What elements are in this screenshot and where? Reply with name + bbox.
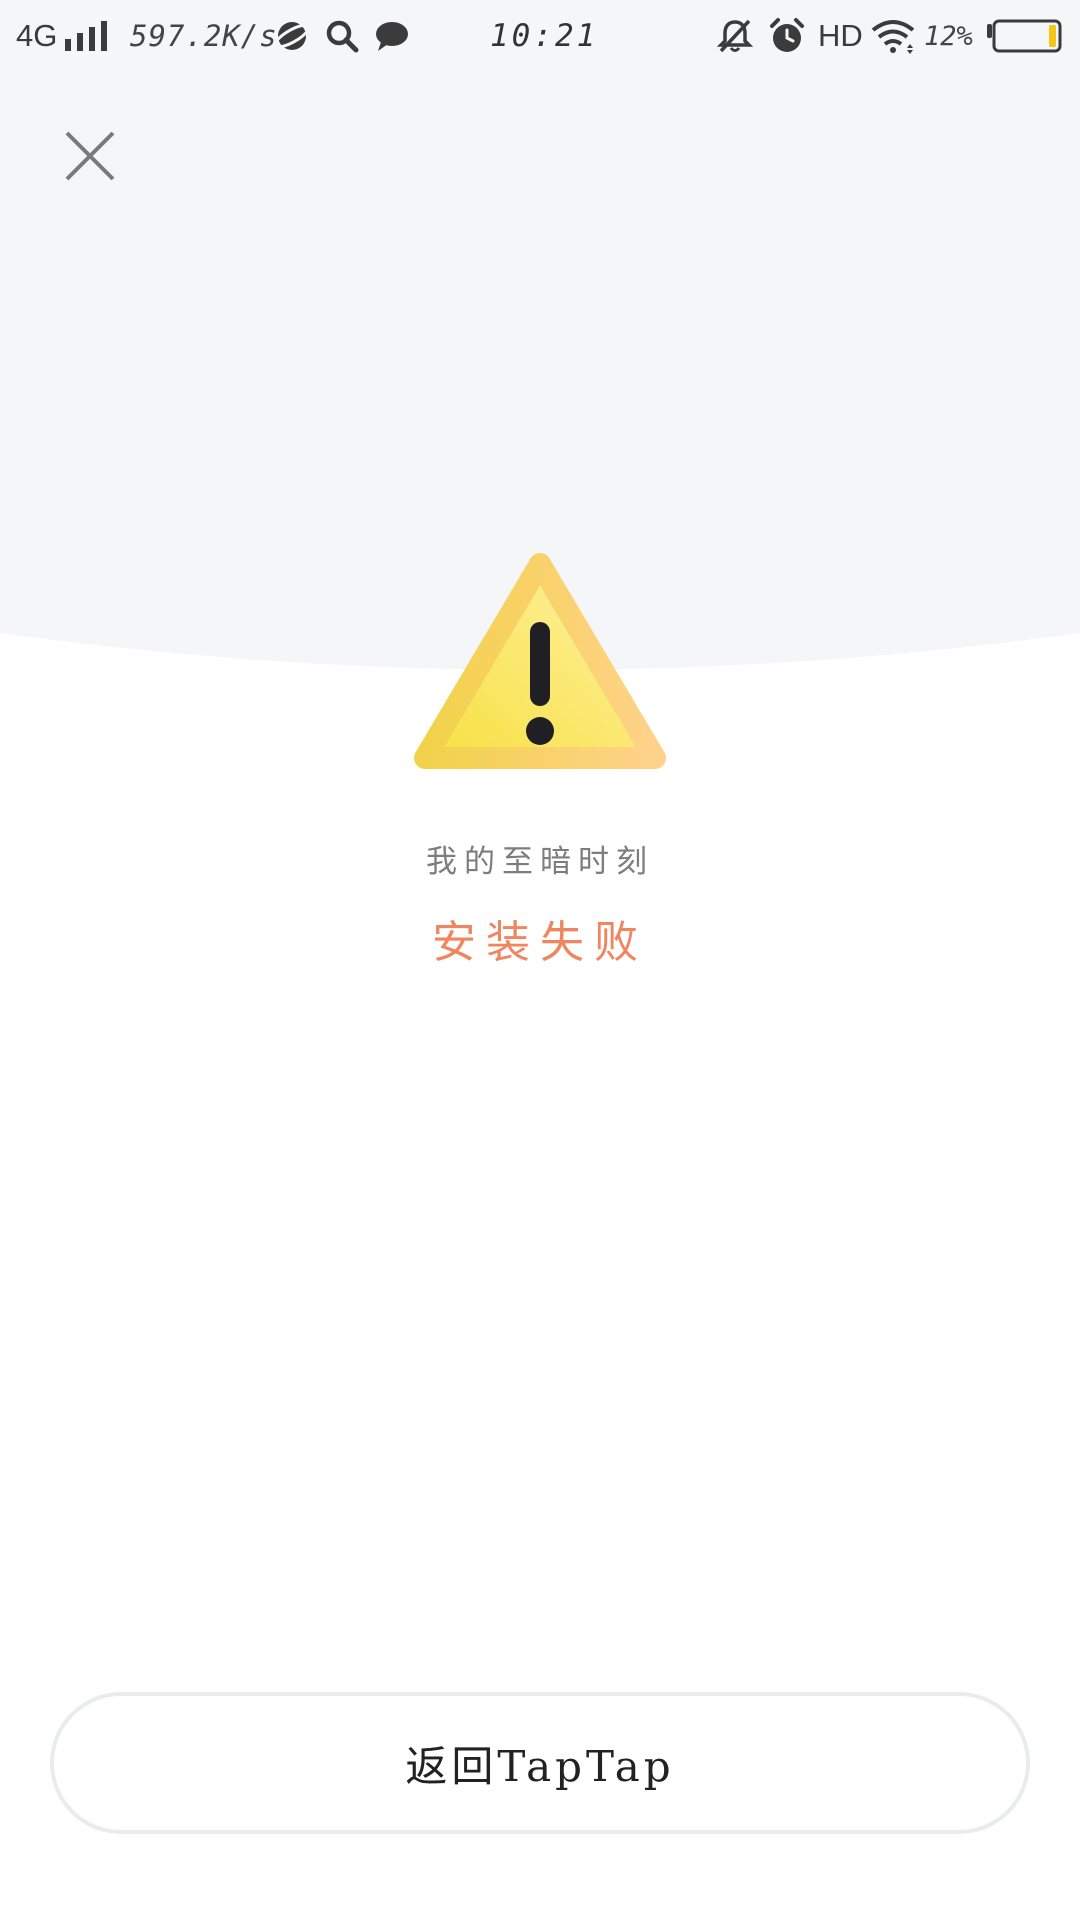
close-button[interactable]: [60, 126, 120, 186]
chat-icon: [373, 14, 411, 58]
status-bar: 4G 597.2K/s 10:21 HD 12%: [0, 0, 1080, 72]
mute-bell-icon: [716, 14, 754, 58]
search-icon: [324, 14, 360, 58]
return-button-label: 返回TapTap: [405, 1741, 675, 1791]
clock-time: 10:21: [490, 18, 599, 54]
return-taptap-button[interactable]: 返回TapTap: [50, 1692, 1030, 1834]
battery-icon: [985, 14, 1063, 58]
network-type: 4G: [16, 18, 58, 53]
signal-icon: [64, 14, 110, 58]
hd-indicator: HD: [818, 18, 863, 53]
wifi-icon: [870, 14, 916, 58]
install-status: 安装失败: [432, 917, 648, 968]
warning-icon: [405, 546, 675, 782]
alarm-icon: [768, 14, 806, 58]
network-speed: 597.2K/s: [130, 19, 278, 53]
close-icon: [65, 131, 115, 181]
browser-icon: [274, 14, 310, 58]
app-name: 我的至暗时刻: [426, 844, 654, 880]
battery-percent: 12%: [924, 20, 973, 52]
